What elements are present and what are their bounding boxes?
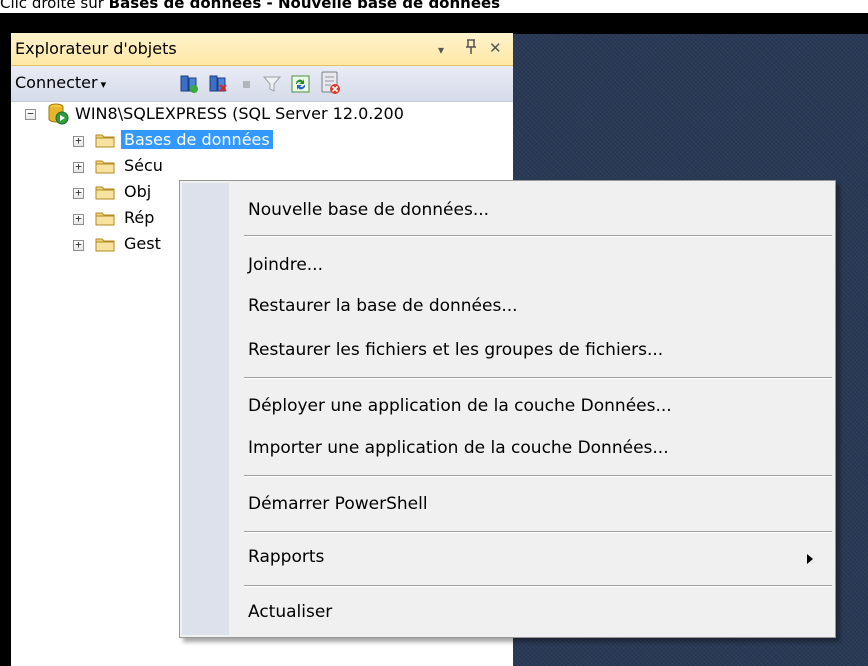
panel-title: Explorateur d'objets xyxy=(15,39,177,58)
folder-icon xyxy=(95,159,115,174)
menu-item-import-dac[interactable]: Importer une application de la couche Do… xyxy=(248,438,669,458)
menu-item-restore-database[interactable]: Restaurer la base de données... xyxy=(248,296,518,316)
menu-separator xyxy=(244,475,832,477)
panel-toolbar: Connecter ▾ xyxy=(11,66,513,102)
menu-item-new-database[interactable]: Nouvelle base de données... xyxy=(248,200,489,220)
expand-icon[interactable]: + xyxy=(73,135,84,147)
menu-separator xyxy=(244,531,832,533)
folder-icon xyxy=(95,185,115,200)
expand-icon[interactable]: + xyxy=(73,161,84,173)
caption: Clic droite sur Bases de données - Nouve… xyxy=(0,0,868,13)
menu-item-reports[interactable]: Rapports xyxy=(248,547,324,567)
chevron-down-icon: ▾ xyxy=(100,78,107,91)
menu-item-powershell[interactable]: Démarrer PowerShell xyxy=(248,494,428,514)
close-icon[interactable]: ✕ xyxy=(489,39,502,57)
server-icon xyxy=(47,103,69,129)
folder-label-databases: Bases de données xyxy=(121,130,273,149)
expand-icon[interactable]: + xyxy=(73,187,84,199)
folder-label-management: Gest xyxy=(124,234,161,253)
menu-gutter xyxy=(182,183,229,635)
connect-button[interactable]: Connecter ▾ xyxy=(15,73,106,92)
tree-folder-security[interactable]: + Sécu xyxy=(11,155,513,181)
expand-icon[interactable]: + xyxy=(73,213,84,225)
caption-bold: Bases de données - Nouvelle base de donn… xyxy=(108,0,501,12)
dropdown-icon[interactable]: ▾ xyxy=(438,41,444,59)
folder-icon xyxy=(95,133,115,148)
server-label: WIN8\SQLEXPRESS (SQL Server 12.0.200 xyxy=(75,104,404,123)
collapse-icon[interactable]: − xyxy=(25,108,36,120)
menu-item-refresh[interactable]: Actualiser xyxy=(248,602,332,622)
activity-monitor-icon[interactable] xyxy=(320,71,340,94)
caption-prefix: Clic droite sur xyxy=(0,0,109,12)
folder-icon xyxy=(95,237,115,252)
connect-icon[interactable] xyxy=(179,75,198,93)
panel-title-bar: Explorateur d'objets ▾ ✕ xyxy=(11,33,513,66)
context-menu: Nouvelle base de données... Joindre... R… xyxy=(179,180,836,638)
disconnect-icon[interactable] xyxy=(208,75,227,93)
stop-icon[interactable] xyxy=(237,75,255,93)
menu-item-restore-files[interactable]: Restaurer les fichiers et les groupes de… xyxy=(248,340,663,360)
menu-item-deploy-dac[interactable]: Déployer une application de la couche Do… xyxy=(248,396,672,416)
menu-separator xyxy=(244,377,832,379)
folder-label-objects: Obj xyxy=(124,182,152,201)
refresh-icon[interactable] xyxy=(291,75,310,93)
folder-label-replication: Rép xyxy=(124,208,155,227)
filter-icon[interactable] xyxy=(262,75,282,93)
menu-separator xyxy=(244,585,832,587)
connect-label: Connecter xyxy=(15,73,98,92)
menu-item-attach[interactable]: Joindre... xyxy=(248,255,323,275)
tree-server-node[interactable]: − WIN8\SQLEXPRESS (SQL Server 12.0.200 xyxy=(11,103,513,129)
tree-folder-databases[interactable]: + Bases de données xyxy=(11,129,513,155)
folder-label-security: Sécu xyxy=(124,156,163,175)
expand-icon[interactable]: + xyxy=(73,239,84,251)
pin-icon[interactable] xyxy=(464,39,478,59)
submenu-arrow-icon xyxy=(807,554,813,564)
menu-separator xyxy=(244,235,832,237)
folder-icon xyxy=(95,211,115,226)
